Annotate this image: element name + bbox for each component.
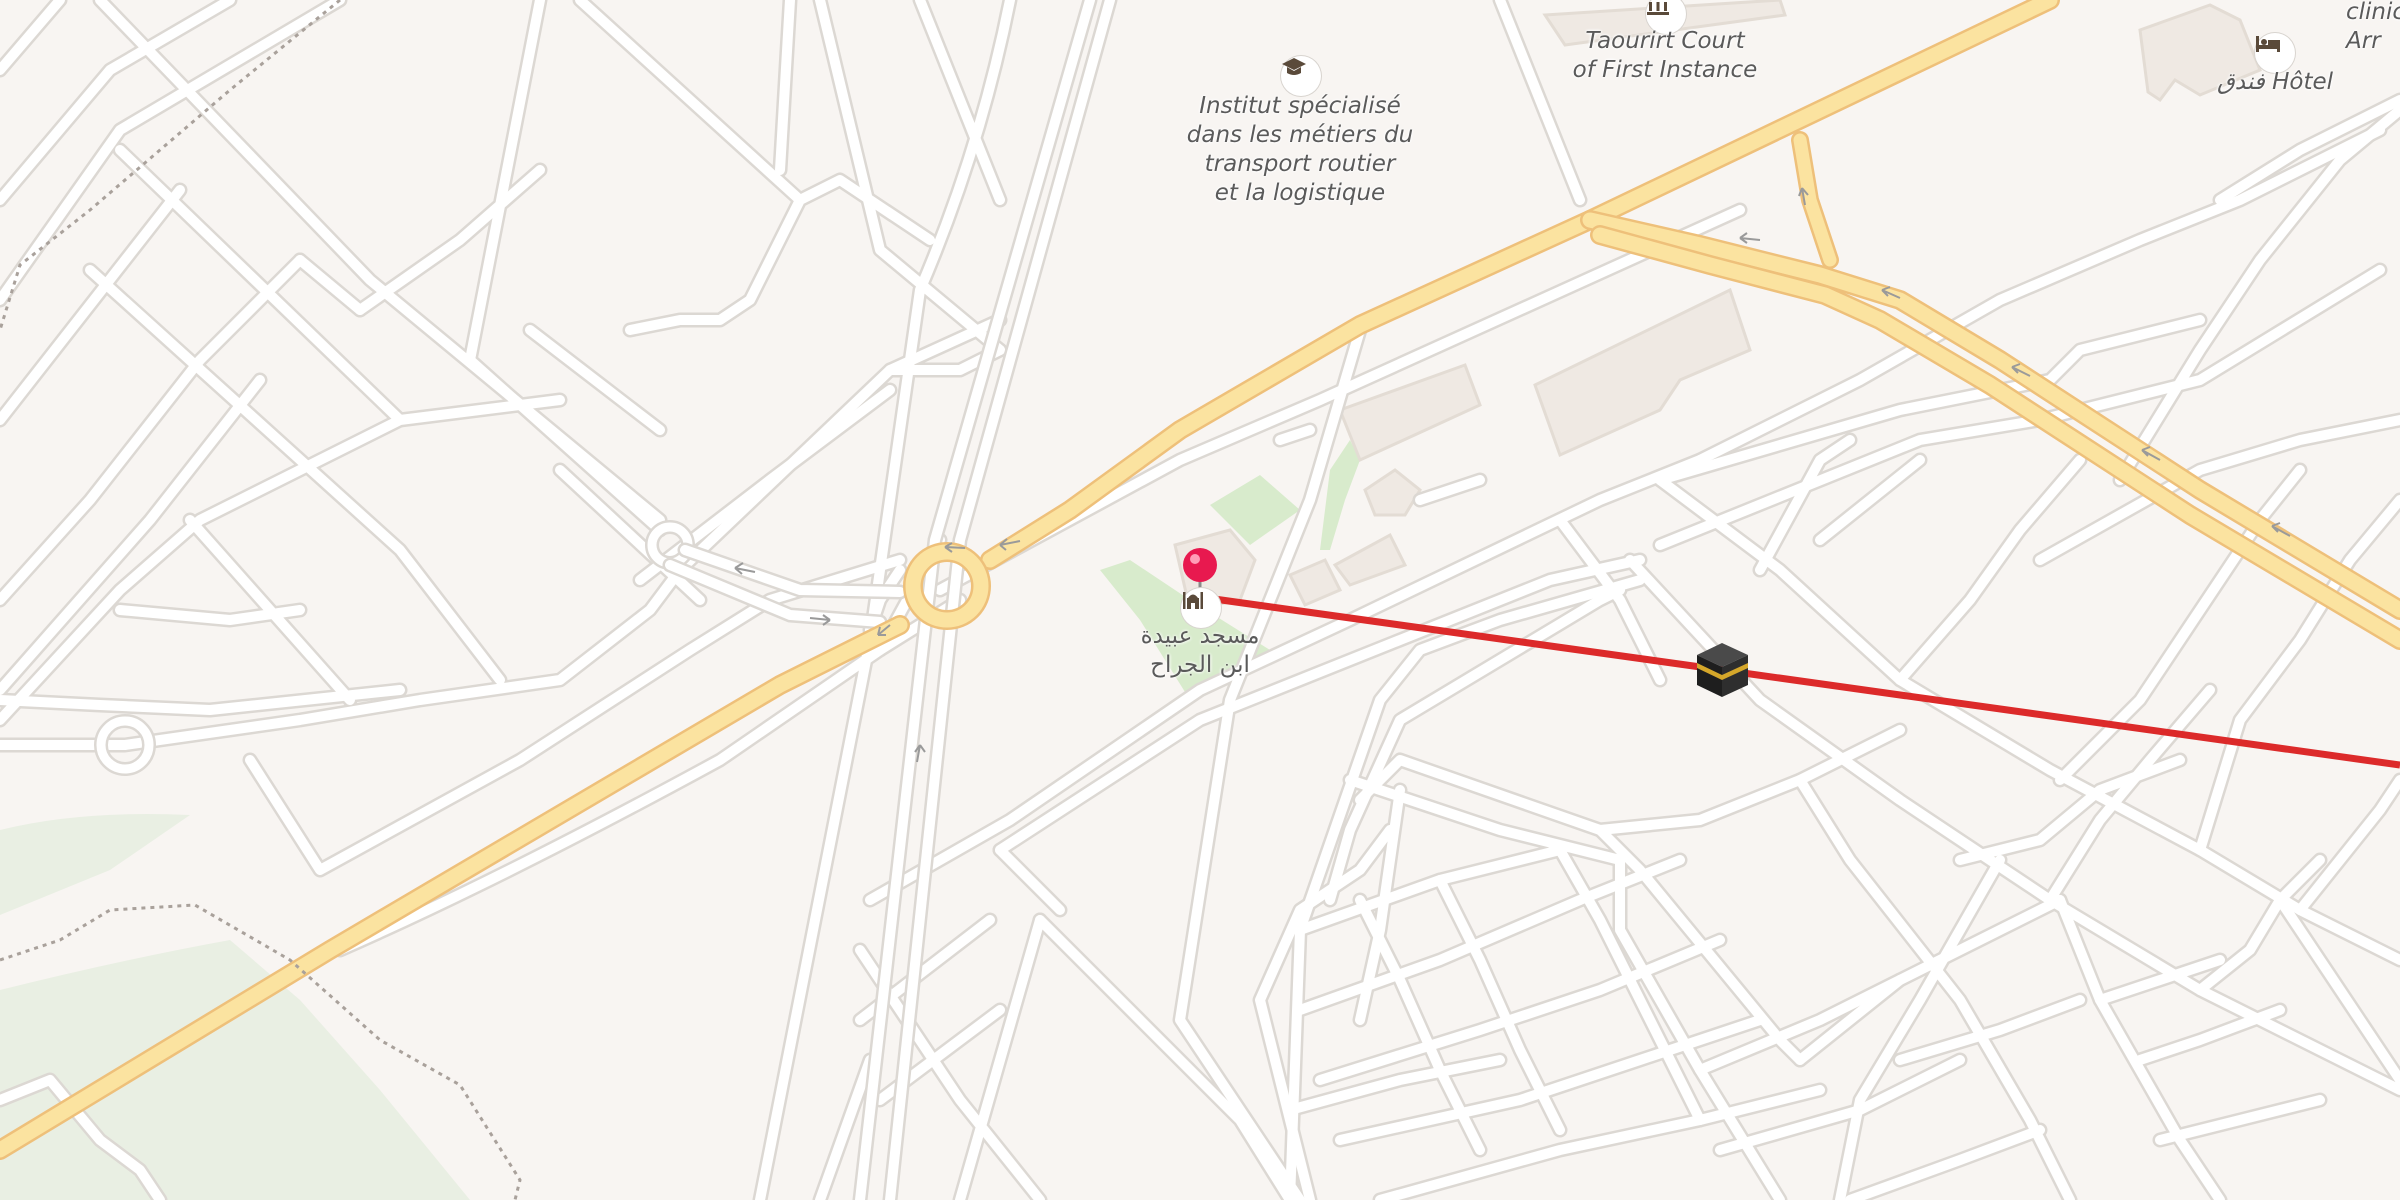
clinic-label-line: Arr [2346, 28, 2381, 54]
building [1287, 558, 1343, 607]
hotel-label: فندق Hôtel [2216, 69, 2334, 95]
mosque-label-line: مسجد عبيدة [1140, 623, 1260, 649]
mosque-label: مسجد عبيدة ابن الجراح [1110, 622, 1290, 680]
building [1363, 468, 1422, 517]
court-label: Taourirt Court of First Instance [1540, 27, 1790, 85]
mosque-label-line: ابن الجراح [1150, 652, 1250, 678]
woodland-area [0, 814, 190, 915]
map-view[interactable]: Institut spécialisé dans les métiers du … [0, 0, 2400, 1200]
institute-label: Institut spécialisé dans les métiers du … [1150, 92, 1450, 208]
institute-label-line: transport routier [1204, 151, 1396, 177]
route-line [1199, 593, 2400, 769]
clinic-label-line: clinic [2346, 0, 2400, 25]
clinic-label: clinic Arr [2346, 0, 2400, 56]
court-label-line: of First Instance [1572, 57, 1758, 83]
court-label-line: Taourirt Court [1585, 28, 1745, 54]
school-icon[interactable] [1281, 56, 1321, 96]
institute-label-line: Institut spécialisé [1199, 93, 1401, 119]
building [1332, 532, 1408, 587]
woodland-area [0, 940, 470, 1200]
building [1533, 287, 1752, 458]
institute-label-line: dans les métiers du [1186, 122, 1414, 148]
hotel-icon[interactable] [2255, 33, 2295, 73]
institute-label-line: et la logistique [1214, 180, 1386, 206]
